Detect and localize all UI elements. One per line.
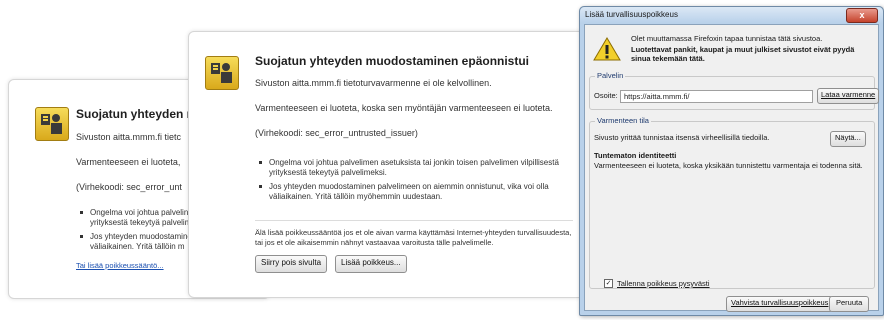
certificate-status-text: Sivusto yrittää tunnistaa itsensä virhee…: [594, 133, 770, 142]
save-permanently-checkbox[interactable]: ✓: [604, 279, 613, 288]
list-item: Jos yhteyden muodostamine väliaikainen. Y…: [76, 232, 192, 252]
server-group: Palvelin Osoite: https://aitta.mmm.fi/ L…: [589, 71, 880, 110]
error-description: Sivuston aitta.mmm.fi tietoturvavarmenne…: [255, 78, 492, 88]
list-item: Ongelma voi johtua palvelin yrityksestä t…: [76, 208, 192, 228]
error-code: (Virhekoodi: sec_error_untrusted_issuer): [255, 128, 418, 138]
leave-page-button[interactable]: Siirry pois sivulta: [255, 255, 328, 273]
error-reason: Varmenteeseen ei luoteta, koska sen myön…: [255, 103, 553, 113]
list-item: Jos yhteyden muodostaminen palvelimeen o…: [255, 182, 573, 202]
dialog-body: Olet muuttamassa Firefoxin tapaa tunnist…: [584, 24, 880, 312]
error-badge-icon: [35, 107, 69, 141]
cancel-button[interactable]: Peruuta: [829, 296, 870, 312]
page-title: Suojatun yhteyden muodostaminen epäonnis…: [255, 54, 530, 68]
divider: [255, 220, 573, 221]
add-exception-button[interactable]: Lisää poikkeus...: [335, 255, 407, 273]
add-exception-dialog: Lisää turvallisuuspoikkeus x Olet muutta…: [579, 6, 884, 316]
confirm-exception-button[interactable]: Vahvista turvallisuuspoikkeus: [726, 296, 834, 312]
error-badge-icon: [205, 56, 239, 90]
error-bullets: Ongelma voi johtua palvelimen asetuksist…: [255, 158, 573, 206]
error-reason: Varmenteeseen ei luoteta,: [76, 157, 181, 167]
address-input[interactable]: https://aitta.mmm.fi/: [620, 90, 813, 103]
certificate-status-label: Varmenteen tila: [595, 116, 651, 125]
warning-text-strong: Luotettavat pankit, kaupat ja muut julki…: [631, 45, 855, 63]
show-certificate-button[interactable]: Näytä...: [830, 131, 866, 147]
exception-warning: Älä lisää poikkeussääntöä jos et ole aiv…: [255, 228, 572, 247]
unknown-identity-text: Varmenteeseen ei luoteta, koska yksikään…: [594, 161, 863, 170]
server-group-label: Palvelin: [595, 71, 626, 80]
certificate-status-group: Varmenteen tila Sivusto yrittää tunnista…: [589, 116, 875, 289]
error-description: Sivuston aitta.mmm.fi tietc: [76, 132, 182, 142]
warning-icon: [593, 37, 621, 61]
error-code: (Virhekoodi: sec_error_unt: [76, 182, 182, 192]
dialog-titlebar[interactable]: Lisää turvallisuuspoikkeus x: [580, 7, 883, 23]
address-label: Osoite:: [594, 91, 618, 100]
fetch-certificate-button[interactable]: Lataa varmenne: [817, 88, 880, 104]
close-button[interactable]: x: [846, 8, 878, 23]
unknown-identity-heading: Tuntematon identiteetti: [594, 151, 677, 160]
error-page-main: Suojatun yhteyden muodostaminen epäonnis…: [188, 31, 585, 298]
dialog-title: Lisää turvallisuuspoikkeus: [585, 10, 678, 19]
page-title: Suojatun yhteyden m: [76, 107, 198, 121]
add-exception-link[interactable]: Tai lisää poikkeussääntö...: [76, 261, 164, 270]
list-item: Ongelma voi johtua palvelimen asetuksist…: [255, 158, 573, 178]
save-permanently-label: Tallenna poikkeus pysyvästi: [617, 279, 710, 288]
error-bullets: Ongelma voi johtua palvelin yrityksestä t…: [76, 208, 192, 256]
warning-text: Olet muuttamassa Firefoxin tapaa tunnist…: [631, 34, 823, 43]
